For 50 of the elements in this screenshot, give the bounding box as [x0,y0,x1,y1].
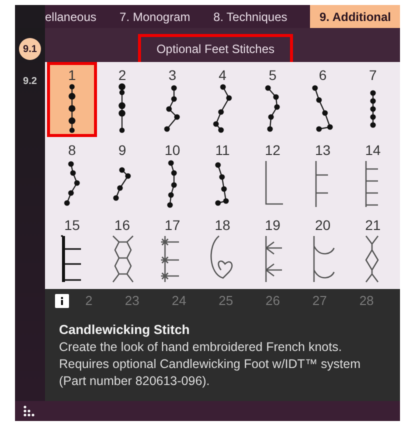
stitch-icon [166,158,178,208]
stitch-button[interactable]: 3 [147,62,198,137]
stitch-button[interactable]: 19 [248,212,298,287]
stitch-icon [368,88,377,128]
stitch-button[interactable]: 5 [248,62,298,137]
stitch-number: 24 [172,293,186,308]
stitch-button[interactable]: 9 [97,137,148,212]
stitch-button[interactable]: 21 [348,212,398,287]
stitch-icon [212,83,233,134]
sidebar-item[interactable]: 9.2 [19,70,41,92]
stitch-number: 27 [312,293,327,308]
stitch-icon [63,160,82,207]
info-description: Create the look of hand embroidered French knots. Requires optional Candlewicking Foot w/IDT™ system (Part number 820613-096). [59,339,362,390]
stitch-button[interactable]: 1 [47,62,98,137]
stitch-icon [112,166,132,202]
stitch-button[interactable]: 6 [298,62,348,137]
info-icon [55,294,69,308]
stitch-button[interactable]: 15 [47,212,98,287]
grid-menu-icon[interactable] [23,405,35,417]
tab[interactable]: 8. Techniques [213,5,296,28]
sidebar-item[interactable]: 9.1 [19,38,41,60]
stitch-number: 25 [218,293,234,308]
stitch-button[interactable]: 20 [298,212,348,287]
stitch-icon [118,83,126,134]
stitch-button[interactable]: 4 [197,62,248,137]
sidebar-header [15,5,45,28]
stitch-number: 2 [85,293,92,308]
info-title: Candlewicking Stitch [59,322,191,337]
stitch-number: 28 [359,293,374,308]
stitch-icon [163,84,182,133]
stitch-icon [68,83,76,134]
stitch-button[interactable]: 17 [147,212,198,287]
stitch-icon [264,84,282,133]
stitch-number: 26 [266,293,280,308]
stitch-icon [214,160,230,206]
stitch-button[interactable]: 10 [147,137,198,212]
stitch-button[interactable]: 16 [97,212,148,287]
tab[interactable]: ellaneous [45,5,106,28]
stitch-icon [311,84,334,133]
stitch-button[interactable]: 8 [47,137,98,212]
stitch-button[interactable]: 7 [348,62,398,137]
stitch-button[interactable]: 18 [197,212,248,287]
stitch-number: 23 [124,293,140,308]
stitch-button[interactable]: 11 [197,137,248,212]
tab[interactable]: 7. Monogram [120,5,200,28]
stitch-button[interactable]: 14 [348,137,398,212]
stitch-button[interactable]: 13 [298,137,348,212]
stitch-button[interactable]: 12 [248,137,298,212]
stitch-button[interactable]: 2 [97,62,148,137]
tab[interactable]: 9. Additional [310,5,400,28]
